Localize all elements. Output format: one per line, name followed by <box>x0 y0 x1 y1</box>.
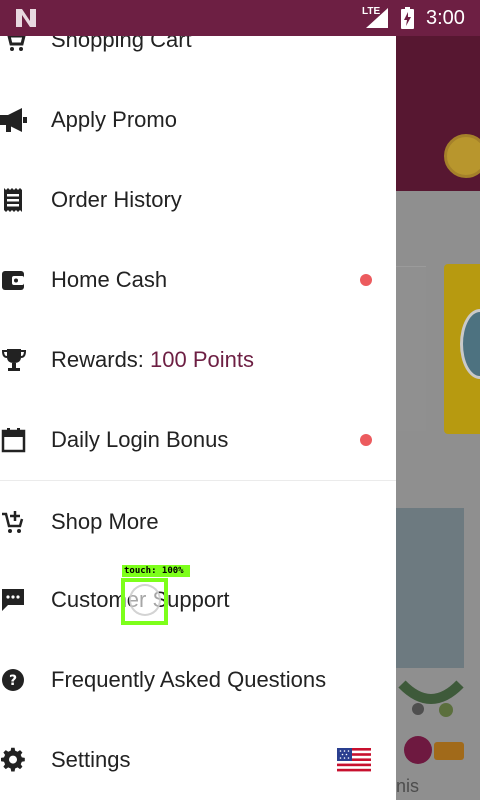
globe-icon <box>460 309 480 379</box>
receipt-icon <box>4 188 22 212</box>
signal-icon <box>366 8 388 28</box>
gear-icon <box>1 747 25 772</box>
menu-item-customer-support[interactable]: Customer Support <box>0 560 396 640</box>
hammock-image <box>398 680 464 717</box>
background-page[interactable]: nis <box>396 36 480 800</box>
background-promo-card <box>444 264 480 434</box>
menu-item-order-history[interactable]: Order History <box>0 160 396 240</box>
background-text: nis <box>396 776 420 796</box>
status-bar: LTE 3:00 <box>0 0 480 36</box>
rewards-points: 100 Points <box>150 347 255 372</box>
menu-item-rewards[interactable]: Rewards: 100 Points <box>0 320 396 400</box>
menu-divider <box>0 480 396 481</box>
menu-label: Shop More <box>51 509 159 534</box>
background-product-image <box>396 508 464 668</box>
coin-icon <box>444 134 480 178</box>
menu-item-shopping-cart[interactable]: Shopping Cart <box>0 36 396 80</box>
menu-item-shop-more[interactable]: Shop More <box>0 482 396 562</box>
touch-point <box>129 584 161 616</box>
help-icon: ? <box>2 669 24 691</box>
wallet-icon <box>2 271 24 290</box>
notification-dot <box>360 274 372 286</box>
svg-text:?: ? <box>9 673 17 689</box>
menu-label: Rewards: 100 Points <box>51 347 254 373</box>
us-flag-icon[interactable] <box>337 748 371 772</box>
menu-item-apply-promo[interactable]: Apply Promo <box>0 80 396 160</box>
menu-item-settings[interactable]: Settings <box>0 720 396 800</box>
chat-icon <box>2 589 24 611</box>
menu-item-home-cash[interactable]: Home Cash <box>0 240 396 320</box>
navigation-drawer: Shopping Cart Apply Promo Order History … <box>0 36 396 800</box>
cart-icon <box>7 36 26 51</box>
menu-item-daily-login-bonus[interactable]: Daily Login Bonus <box>0 400 396 480</box>
menu-label: Home Cash <box>51 267 168 292</box>
menu-label: Settings <box>51 747 131 772</box>
menu-label: Shopping Cart <box>51 36 192 52</box>
menu-label: Frequently Asked Questions <box>51 667 327 692</box>
add-cart-icon <box>2 511 24 533</box>
battery-charging-icon <box>401 7 414 29</box>
badge-icon <box>404 736 432 764</box>
android-n-icon <box>16 9 36 27</box>
menu-label: Apply Promo <box>51 107 177 132</box>
truck-icon <box>434 742 464 760</box>
menu-item-faq[interactable]: ? Frequently Asked Questions <box>0 640 396 720</box>
rewards-label: Rewards: <box>51 347 151 372</box>
menu-label: Daily Login Bonus <box>51 427 229 452</box>
status-time: 3:00 <box>426 7 465 29</box>
menu-label: Order History <box>51 187 182 212</box>
notification-dot <box>360 434 372 446</box>
trophy-icon <box>1 349 27 371</box>
background-card <box>396 266 426 431</box>
touch-indicator-label: touch: 100% <box>122 565 190 577</box>
calendar-icon <box>1 428 26 453</box>
megaphone-icon <box>0 108 27 132</box>
